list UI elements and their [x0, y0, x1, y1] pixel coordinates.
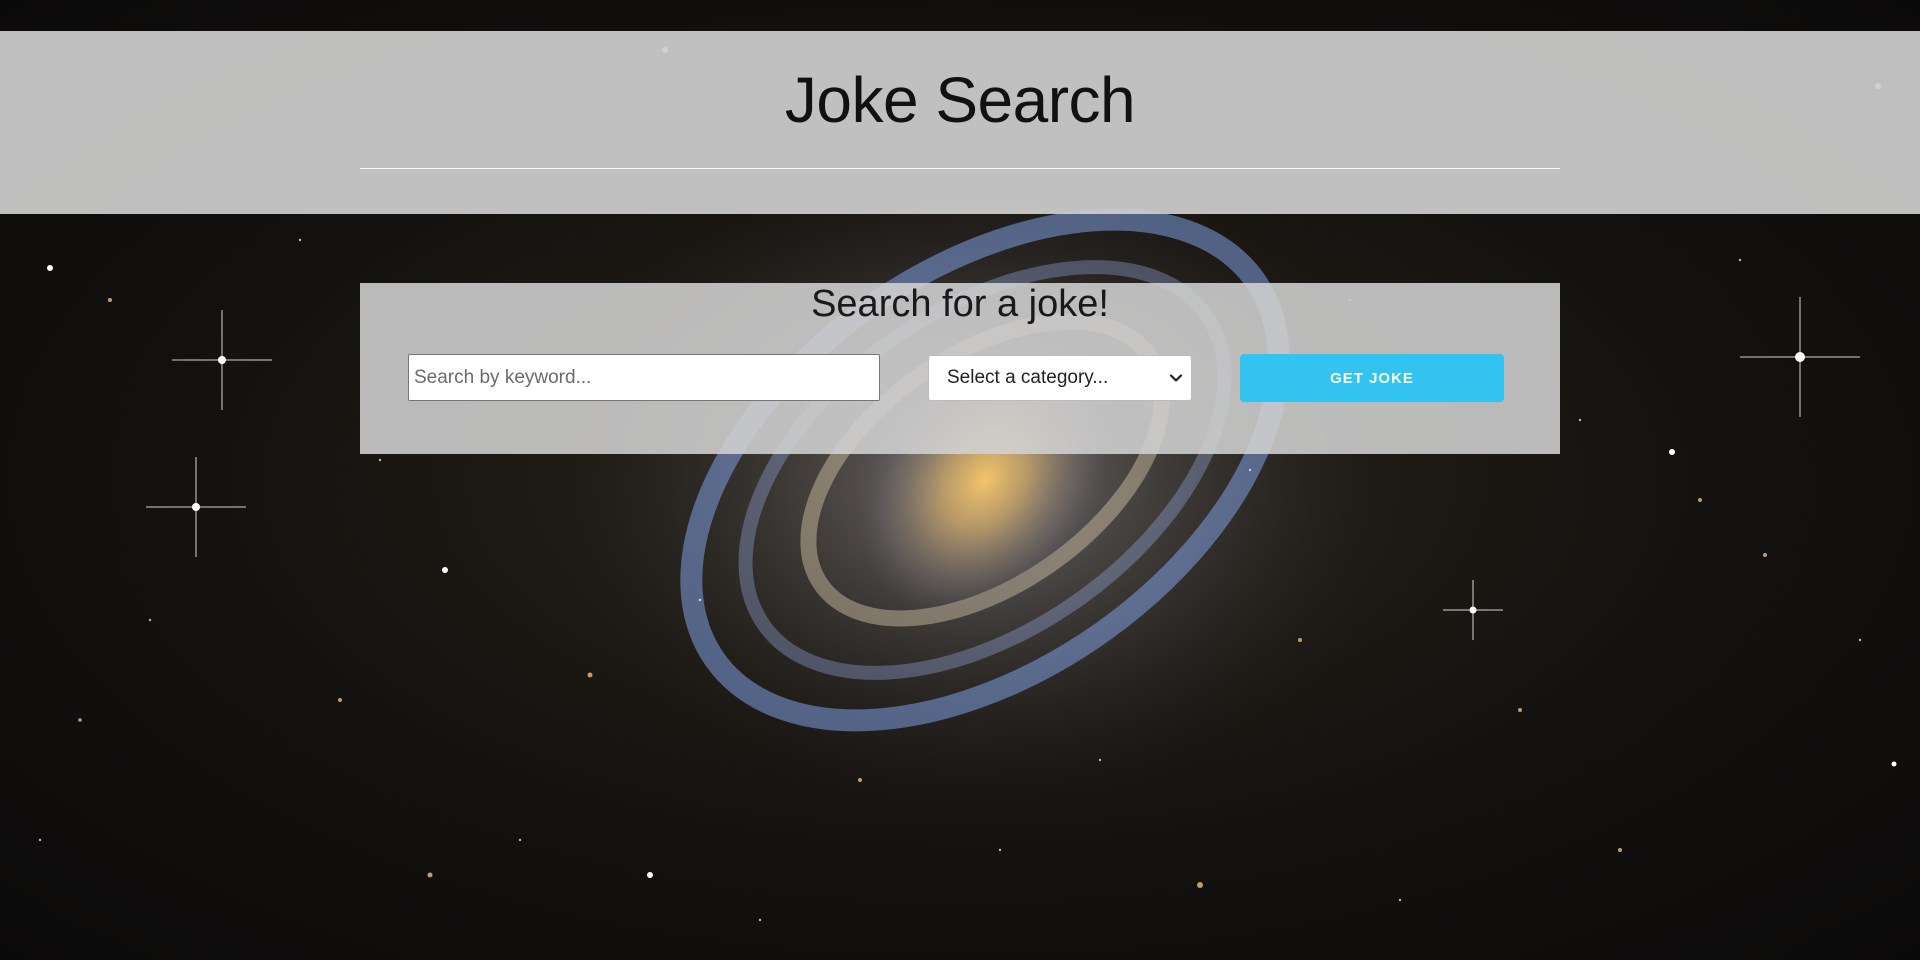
search-heading: Search for a joke!: [811, 283, 1109, 325]
get-joke-button[interactable]: GET JOKE: [1240, 354, 1504, 402]
search-panel: Search for a joke! Select a category... …: [360, 283, 1560, 454]
keyword-search-input[interactable]: [408, 354, 880, 401]
category-select-value: Select a category...: [947, 367, 1109, 388]
chevron-down-icon: [1169, 374, 1183, 382]
header-divider: [360, 168, 1560, 169]
page-title: Joke Search: [784, 64, 1136, 136]
category-select[interactable]: Select a category...: [928, 355, 1192, 401]
